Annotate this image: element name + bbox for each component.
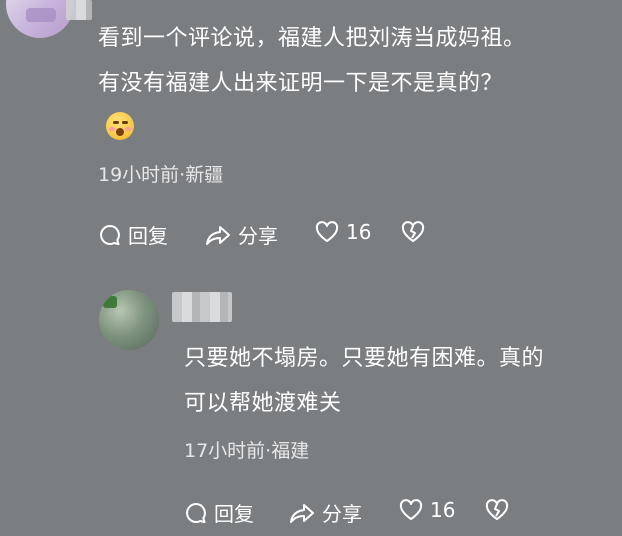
comment-text-line-2: 有没有福建人出来证明一下是不是真的？ <box>98 71 504 96</box>
like-count: 16 <box>346 220 372 244</box>
comment-text-line-1: 看到一个评论说，福建人把刘涛当成妈祖。 <box>98 26 526 51</box>
reply-like-count: 16 <box>430 498 456 522</box>
reply-reply-label: 回复 <box>214 502 254 526</box>
blushing-face-emoji-icon <box>106 112 134 140</box>
commenter-name-blurred[interactable] <box>66 0 92 20</box>
heart-icon <box>399 499 423 520</box>
reply-reply-button[interactable]: 回复 <box>184 498 254 527</box>
commenter-avatar[interactable] <box>6 0 74 38</box>
reply-meta: 17小时前·福建 <box>184 440 310 462</box>
broken-heart-icon <box>401 221 425 242</box>
reply-commenter-avatar[interactable] <box>99 290 159 350</box>
reply-share-button[interactable]: 分享 <box>288 498 362 527</box>
share-arrow-icon <box>206 225 230 245</box>
comment-meta: 19小时前·新疆 <box>98 164 224 186</box>
share-button[interactable]: 分享 <box>204 220 278 249</box>
reply-share-label: 分享 <box>322 502 362 526</box>
reply-like-button[interactable]: 16 <box>398 498 455 522</box>
comment-bubble-icon <box>100 224 120 245</box>
comment-bubble-icon <box>186 502 206 523</box>
share-label: 分享 <box>238 224 278 248</box>
reply-dislike-button[interactable] <box>484 498 516 522</box>
reply-label: 回复 <box>128 224 168 248</box>
heart-icon <box>315 221 339 242</box>
like-button[interactable]: 16 <box>314 220 371 244</box>
reply-text-line-1: 只要她不塌房。只要她有困难。真的 <box>184 346 545 371</box>
share-arrow-icon <box>290 503 314 523</box>
reply-commenter-name-blurred[interactable] <box>172 292 232 322</box>
broken-heart-icon <box>485 499 509 520</box>
reply-button[interactable]: 回复 <box>98 220 168 249</box>
dislike-button[interactable] <box>400 220 432 244</box>
reply-text-line-2: 可以帮她渡难关 <box>184 391 342 416</box>
